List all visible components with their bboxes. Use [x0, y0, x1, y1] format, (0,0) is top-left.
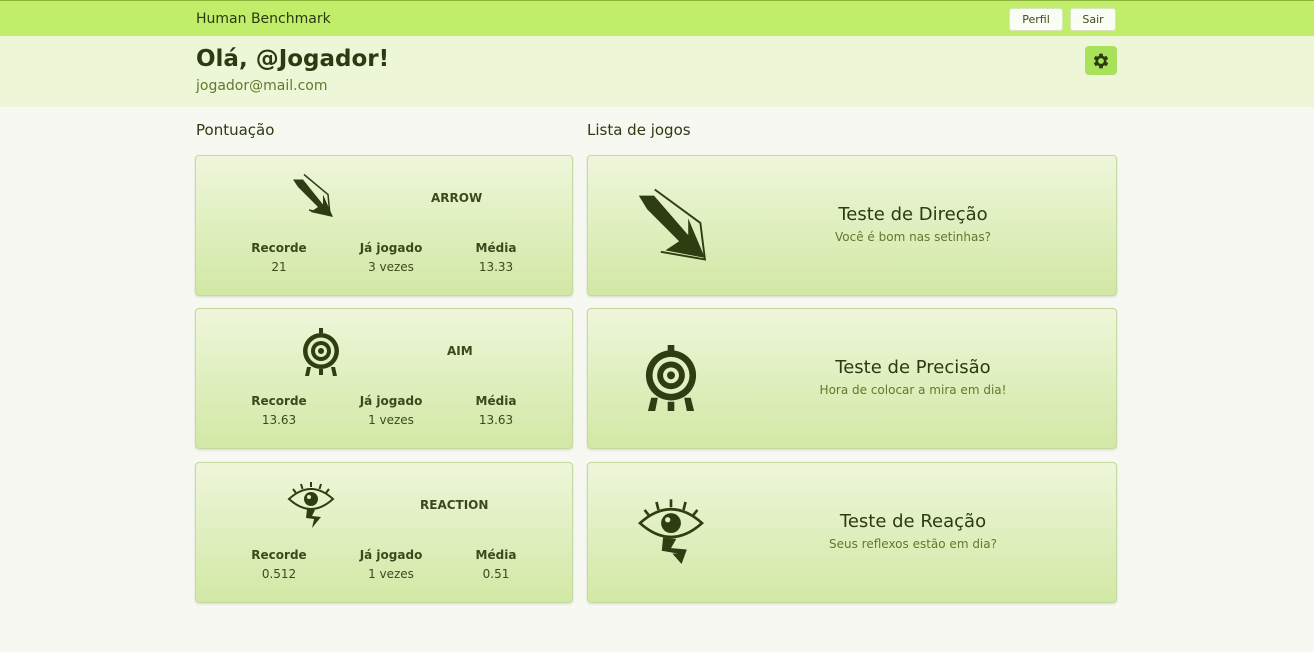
stat-label: Recorde: [251, 548, 307, 562]
game-subtitle: Seus reflexos estão em dia?: [828, 537, 997, 551]
arrow-icon: [638, 188, 707, 261]
stat-value: 1 vezes: [368, 413, 414, 427]
logout-button[interactable]: Sair: [1070, 8, 1116, 31]
scores-section-title: Pontuação: [196, 121, 275, 139]
eye-lightning-icon: [638, 499, 704, 564]
stat-label: Recorde: [251, 241, 307, 255]
stat-value: 0.512: [261, 567, 297, 581]
score-card-arrow: ARROW Recorde 21 Já jogado 3 vezes Média…: [195, 155, 573, 296]
stat-record: Recorde 21: [229, 241, 329, 274]
stat-value: 3 vezes: [368, 260, 414, 274]
stat-value: 13.63: [478, 413, 514, 427]
stat-average: Média 13.33: [446, 241, 546, 274]
user-header: Olá, @Jogador! jogador@mail.com: [0, 36, 1314, 107]
settings-button[interactable]: [1085, 46, 1117, 75]
arrow-icon: [293, 173, 333, 217]
stat-label: Média: [475, 548, 517, 562]
stat-label: Já jogado: [359, 548, 423, 562]
game-info: Teste de Precisão Hora de colocar a mira…: [788, 357, 1038, 397]
stat-value: 13.33: [478, 260, 514, 274]
stat-played: Já jogado 3 vezes: [341, 241, 441, 274]
game-subtitle: Hora de colocar a mira em dia!: [819, 383, 1007, 397]
score-card-reaction: REACTION Recorde 0.512 Já jogado 1 vezes…: [195, 462, 573, 603]
game-info: Teste de Reação Seus reflexos estão em d…: [788, 511, 1038, 551]
stat-value: 1 vezes: [368, 567, 414, 581]
game-title: Teste de Reação: [839, 511, 987, 532]
target-icon: [303, 328, 339, 376]
stat-value: 21: [271, 260, 287, 274]
stat-played: Já jogado 1 vezes: [341, 548, 441, 581]
stat-average: Média 13.63: [446, 394, 546, 427]
brand-title[interactable]: Human Benchmark: [196, 11, 331, 27]
game-subtitle: Você é bom nas setinhas?: [835, 230, 991, 244]
stat-average: Média 0.51: [446, 548, 546, 581]
game-card-reaction[interactable]: Teste de Reação Seus reflexos estão em d…: [587, 462, 1117, 603]
stat-value: 0.51: [482, 567, 510, 581]
stat-label: Já jogado: [359, 241, 423, 255]
stat-label: Já jogado: [359, 394, 423, 408]
stat-label: Recorde: [251, 394, 307, 408]
stat-played: Já jogado 1 vezes: [341, 394, 441, 427]
stat-record: Recorde 13.63: [229, 394, 329, 427]
user-email: jogador@mail.com: [196, 78, 328, 94]
stat-record: Recorde 0.512: [229, 548, 329, 581]
score-card-aim: AIM Recorde 13.63 Já jogado 1 vezes Médi…: [195, 308, 573, 449]
greeting-title: Olá, @Jogador!: [196, 46, 390, 72]
target-icon: [645, 345, 697, 411]
stat-label: Média: [475, 394, 517, 408]
score-game-name: REACTION: [420, 498, 489, 512]
profile-button[interactable]: Perfil: [1009, 8, 1063, 31]
eye-lightning-icon: [287, 482, 335, 528]
stat-label: Média: [475, 241, 517, 255]
game-card-precision[interactable]: Teste de Precisão Hora de colocar a mira…: [587, 308, 1117, 449]
score-game-name: AIM: [447, 344, 473, 358]
stat-value: 13.63: [261, 413, 297, 427]
game-title: Teste de Direção: [838, 204, 988, 225]
score-game-name: ARROW: [431, 191, 483, 205]
top-navbar: Human Benchmark Perfil Sair: [0, 0, 1314, 36]
games-section-title: Lista de jogos: [587, 121, 691, 139]
game-card-direction[interactable]: Teste de Direção Você é bom nas setinhas…: [587, 155, 1117, 296]
game-title: Teste de Precisão: [835, 357, 991, 378]
gear-icon: [1093, 53, 1109, 68]
game-info: Teste de Direção Você é bom nas setinhas…: [788, 204, 1038, 244]
